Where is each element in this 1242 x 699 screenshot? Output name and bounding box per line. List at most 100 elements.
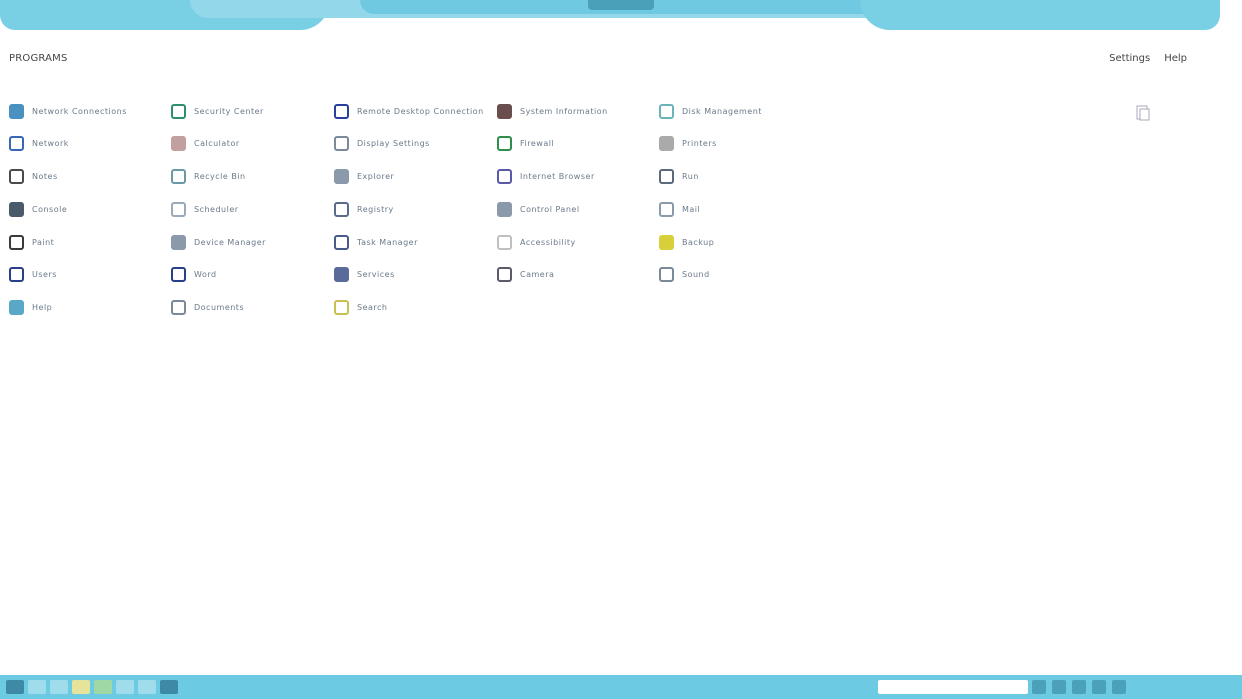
registry-icon	[334, 201, 349, 217]
program-item[interactable]: Network	[9, 133, 171, 155]
program-item[interactable]: Notes	[9, 166, 171, 188]
program-item[interactable]: Internet Browser	[497, 166, 659, 188]
run-icon	[659, 169, 674, 185]
program-label: Scheduler	[194, 204, 239, 214]
services-icon	[334, 267, 349, 283]
program-item[interactable]: Sound	[659, 264, 821, 286]
program-item[interactable]: Network Connections	[9, 100, 171, 122]
program-item[interactable]: Display Settings	[334, 133, 497, 155]
system-tray	[1032, 680, 1126, 694]
top-banner	[0, 0, 1242, 36]
folder-icon	[334, 169, 349, 185]
disk-icon	[659, 103, 674, 119]
program-label: Display Settings	[357, 139, 430, 149]
shield-icon	[171, 103, 186, 119]
program-item[interactable]: Users	[9, 264, 171, 286]
mail-icon	[659, 201, 674, 217]
document-icon[interactable]	[1134, 104, 1152, 122]
program-label: Network	[32, 139, 69, 149]
program-item[interactable]: Backup	[659, 231, 821, 253]
program-label: Mail	[682, 204, 701, 214]
program-item[interactable]: Recycle Bin	[171, 166, 334, 188]
program-item[interactable]: Disk Management	[659, 100, 821, 122]
program-label: Explorer	[357, 172, 395, 182]
taskbar-app-icon[interactable]	[94, 680, 112, 694]
program-label: Device Manager	[194, 237, 266, 247]
printer-icon	[659, 136, 674, 152]
display-icon	[334, 136, 349, 152]
program-item[interactable]: Camera	[497, 264, 659, 286]
tray-clock-icon[interactable]	[1092, 680, 1106, 694]
word-icon	[171, 267, 186, 283]
program-item[interactable]: System Information	[497, 100, 659, 122]
backup-icon	[659, 234, 674, 250]
program-label: Security Center	[194, 106, 264, 116]
taskbar	[0, 675, 1242, 699]
documents-icon	[171, 300, 186, 316]
scheduler-icon	[171, 201, 186, 217]
program-item[interactable]: Search	[334, 297, 497, 319]
taskmgr-icon	[334, 234, 349, 250]
program-label: Remote Desktop Connection	[357, 106, 484, 116]
start-button[interactable]	[6, 680, 24, 694]
banner-wave-right	[860, 0, 1220, 30]
system-icon	[497, 103, 512, 119]
taskbar-app-icon[interactable]	[160, 680, 178, 694]
program-item[interactable]: Accessibility	[497, 231, 659, 253]
sound-icon	[659, 267, 674, 283]
program-item[interactable]: Task Manager	[334, 231, 497, 253]
tray-notifications-icon[interactable]	[1112, 680, 1126, 694]
tray-volume-icon[interactable]	[1052, 680, 1066, 694]
program-item[interactable]: Documents	[171, 297, 334, 319]
program-item[interactable]: Control Panel	[497, 198, 659, 220]
notes-icon	[9, 169, 24, 185]
program-label: Help	[32, 303, 53, 313]
help-link[interactable]: Help	[1164, 53, 1187, 64]
program-label: Firewall	[520, 139, 555, 149]
program-item[interactable]: Device Manager	[171, 231, 334, 253]
program-label: Documents	[194, 303, 245, 313]
browser-icon	[497, 169, 512, 185]
program-item[interactable]: Remote Desktop Connection	[334, 100, 497, 122]
settings-link[interactable]: Settings	[1109, 53, 1150, 64]
taskbar-search-input[interactable]	[878, 680, 1028, 694]
program-item[interactable]: Registry	[334, 198, 497, 220]
help-icon	[9, 300, 24, 316]
program-label: Paint	[32, 237, 55, 247]
program-label: Calculator	[194, 139, 240, 149]
remote-icon	[334, 103, 349, 119]
program-item[interactable]: Printers	[659, 133, 821, 155]
program-item[interactable]: Console	[9, 198, 171, 220]
program-item[interactable]: Explorer	[334, 166, 497, 188]
program-item[interactable]: Paint	[9, 231, 171, 253]
program-label: Services	[357, 270, 395, 280]
program-item[interactable]: Help	[9, 297, 171, 319]
program-label: Users	[32, 270, 57, 280]
program-item[interactable]: Word	[171, 264, 334, 286]
program-label: Registry	[357, 204, 394, 214]
accessibility-icon	[497, 234, 512, 250]
program-item[interactable]: Firewall	[497, 133, 659, 155]
taskbar-app-icon[interactable]	[138, 680, 156, 694]
program-label: Recycle Bin	[194, 172, 246, 182]
wifi-icon	[9, 136, 24, 152]
program-item[interactable]: Services	[334, 264, 497, 286]
device-icon	[171, 234, 186, 250]
program-item[interactable]: Calculator	[171, 133, 334, 155]
program-label: Word	[194, 270, 217, 280]
taskbar-app-icon[interactable]	[28, 680, 46, 694]
program-item[interactable]: Run	[659, 166, 821, 188]
taskbar-app-icon[interactable]	[50, 680, 68, 694]
program-label: Camera	[520, 270, 555, 280]
program-label: Internet Browser	[520, 172, 595, 182]
program-item[interactable]: Security Center	[171, 100, 334, 122]
program-label: Disk Management	[682, 106, 762, 116]
taskbar-folder-icon[interactable]	[72, 680, 90, 694]
tray-battery-icon[interactable]	[1072, 680, 1086, 694]
taskbar-app-icon[interactable]	[116, 680, 134, 694]
window-title-tab[interactable]	[588, 0, 654, 10]
program-item[interactable]: Scheduler	[171, 198, 334, 220]
program-grid: Network Connections Security Center Remote…	[9, 100, 821, 330]
tray-network-icon[interactable]	[1032, 680, 1046, 694]
program-item[interactable]: Mail	[659, 198, 821, 220]
